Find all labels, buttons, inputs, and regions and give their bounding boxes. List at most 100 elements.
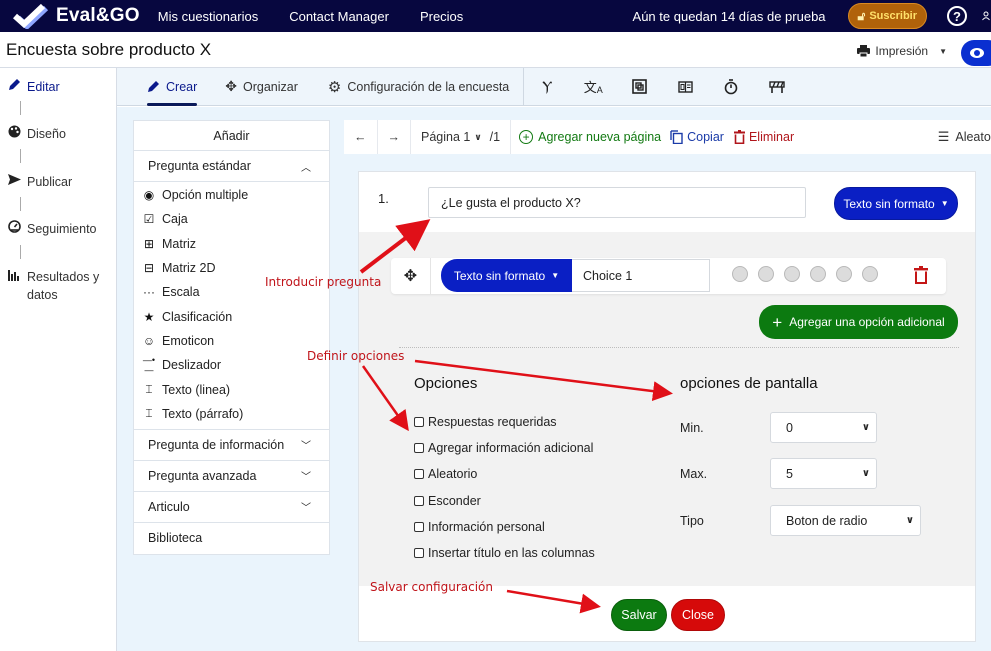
tab-crear[interactable]: Crear <box>147 68 198 106</box>
help-icon[interactable]: ? <box>947 6 967 26</box>
option-label: Información personal <box>428 520 545 534</box>
id-card-icon[interactable] <box>674 76 696 98</box>
stopwatch-icon[interactable] <box>720 76 742 98</box>
nav-pricing[interactable]: Precios <box>420 9 463 24</box>
qtype-text-line[interactable]: ⌶ Texto (linea) <box>134 377 329 401</box>
delete-label: Eliminar <box>748 130 795 144</box>
qtype-label: Escala <box>162 285 200 300</box>
save-button[interactable]: Salvar <box>611 599 667 631</box>
checkbox[interactable] <box>414 443 424 453</box>
section-info-question[interactable]: Pregunta de información ﹀ <box>134 430 329 461</box>
close-button[interactable]: Close <box>671 599 725 631</box>
option-random[interactable]: Aleatorio <box>414 467 477 481</box>
options-heading: Opciones <box>414 375 478 392</box>
add-question-panel: Añadir Pregunta estándar ︿ ◉ Opción mult… <box>133 120 330 555</box>
subscribe-button[interactable]: 🔓︎ Suscribir <box>847 3 927 29</box>
add-page-button[interactable]: + Agregar nueva página <box>519 130 661 144</box>
arrow-right-icon: → <box>387 130 401 144</box>
option-additional-info[interactable]: Agregar información adicional <box>414 441 593 455</box>
page-selector[interactable]: Página 1 ∨ /1 <box>411 120 510 154</box>
type-value: Boton de radio <box>786 513 868 528</box>
brand-name: Eval&GO <box>56 5 140 26</box>
user-icon[interactable] <box>981 6 991 26</box>
section-advanced-question[interactable]: Pregunta avanzada ﹀ <box>134 461 329 492</box>
print-dropdown[interactable]: Impresión ▼ <box>857 44 947 58</box>
qtype-multiple-choice[interactable]: ◉ Opción multiple <box>134 183 329 207</box>
caret-down-icon: ▼ <box>551 271 560 280</box>
qtype-matrix[interactable]: ⊞ Matriz <box>134 232 329 256</box>
question-text-input[interactable]: ¿Le gusta el producto X? <box>428 187 806 218</box>
annotation-save: Salvar configuración <box>370 580 493 594</box>
plus-icon: + <box>772 312 783 332</box>
checkbox[interactable] <box>414 522 424 532</box>
max-label: Max. <box>680 467 708 481</box>
prev-page-button[interactable]: ← <box>344 120 377 154</box>
type-select[interactable]: Boton de radio ∨ <box>770 505 921 536</box>
frame-icon[interactable] <box>628 76 650 98</box>
copy-page-button[interactable]: Copiar <box>670 130 724 144</box>
delete-page-button[interactable]: Eliminar <box>733 130 795 144</box>
question-type-list: ◉ Opción multiple ☑ Caja ⊞ Matriz ⊟ Matr… <box>134 182 329 430</box>
qtype-ranking[interactable]: ★ Clasificación <box>134 304 329 328</box>
radio-preview <box>732 266 878 282</box>
qtype-label: Caja <box>162 212 188 227</box>
send-icon <box>8 173 21 191</box>
checkbox[interactable] <box>414 469 424 479</box>
trash-icon <box>733 130 745 144</box>
option-required[interactable]: Respuestas requeridas <box>414 415 557 429</box>
brand-logo[interactable]: Eval&GO <box>12 3 140 29</box>
radio-preview-dot <box>784 266 800 282</box>
sidebar-label: Diseño <box>27 127 66 141</box>
tab-configuracion[interactable]: ⚙ Configuración de la encuesta <box>328 68 509 106</box>
page-label: Página 1 <box>421 130 471 144</box>
qtype-emoticon[interactable]: ☺ Emoticon <box>134 329 329 353</box>
sidebar-item-resultados[interactable]: Resultados y datos <box>8 268 113 304</box>
qtype-text-paragraph[interactable]: ⌶ Texto (párrafo) <box>134 402 329 426</box>
min-value: 0 <box>786 420 793 435</box>
tab-organizar[interactable]: ✥ Organizar <box>225 68 298 106</box>
chevron-down-icon: ∨ <box>474 131 482 142</box>
randomize-button[interactable]: ☰ Aleatoriz <box>938 129 991 145</box>
sidebar-item-diseno[interactable]: Diseño <box>8 125 66 143</box>
question-format-dropdown[interactable]: Texto sin formato ▼ <box>834 187 958 220</box>
option-hide[interactable]: Esconder <box>414 494 481 508</box>
add-option-label: Agregar una opción adicional <box>789 315 945 329</box>
qtype-checkbox[interactable]: ☑ Caja <box>134 207 329 231</box>
qtype-slider[interactable]: —•— Deslizador <box>134 353 329 377</box>
min-select[interactable]: 0 ∨ <box>770 412 877 443</box>
section-article[interactable]: Articulo ﹀ <box>134 492 329 523</box>
checkbox[interactable] <box>414 496 424 506</box>
caret-down-icon: ▼ <box>939 46 947 56</box>
branch-icon[interactable]: Ⲩ <box>536 76 558 98</box>
sidebar-item-publicar[interactable]: Publicar <box>8 173 72 191</box>
option-personal-info[interactable]: Información personal <box>414 520 545 534</box>
chevron-up-icon: ︿ <box>301 162 311 174</box>
option-column-titles[interactable]: Insertar título en las columnas <box>414 546 595 560</box>
qtype-label: Clasificación <box>162 309 233 324</box>
sidebar-item-editar[interactable]: Editar <box>8 78 60 96</box>
choice-text-input[interactable]: Choice 1 <box>572 259 710 292</box>
nav-my-surveys[interactable]: Mis cuestionarios <box>158 9 258 24</box>
eye-icon <box>970 48 984 58</box>
translate-icon[interactable]: 文A <box>582 76 604 98</box>
qtype-label: Texto (párrafo) <box>162 406 244 421</box>
preview-button[interactable] <box>961 40 991 66</box>
next-page-button[interactable]: → <box>378 120 411 154</box>
sidebar-label: Editar <box>27 80 60 94</box>
section-library[interactable]: Biblioteca <box>134 523 329 554</box>
checkbox[interactable] <box>414 548 424 558</box>
max-select[interactable]: 5 ∨ <box>770 458 877 489</box>
barrier-icon[interactable] <box>766 76 788 98</box>
sidebar-item-seguimiento[interactable]: Seguimiento <box>8 220 97 238</box>
drag-handle-icon[interactable]: ✥ <box>391 258 431 294</box>
checkbox[interactable] <box>414 417 424 427</box>
nav-contact-manager[interactable]: Contact Manager <box>289 9 389 24</box>
subscribe-label: Suscribir <box>869 10 917 22</box>
radio-icon: ◉ <box>143 188 155 203</box>
format-label: Texto sin formato <box>843 196 935 211</box>
section-standard-question[interactable]: Pregunta estándar ︿ <box>134 151 329 182</box>
tab-label: Organizar <box>243 79 298 94</box>
choice-format-dropdown[interactable]: Texto sin formato ▼ <box>441 259 572 292</box>
add-option-button[interactable]: + Agregar una opción adicional <box>759 305 958 339</box>
delete-choice-icon[interactable] <box>914 266 928 284</box>
